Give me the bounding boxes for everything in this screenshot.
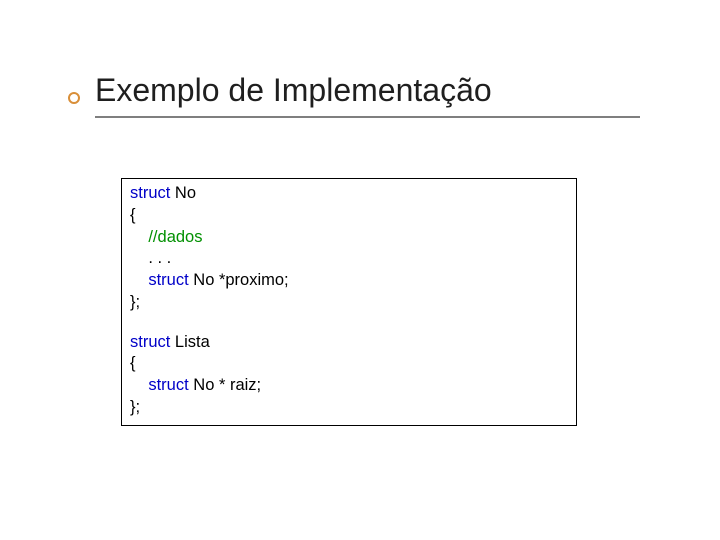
keyword-struct: struct <box>130 184 170 202</box>
code-line-5: struct No *proximo; <box>130 271 289 289</box>
title-underline <box>95 116 640 118</box>
ellipsis: . . . <box>148 249 171 267</box>
keyword-struct: struct <box>148 271 188 289</box>
struct-name-lista: Lista <box>170 333 209 351</box>
code-line-10: }; <box>130 398 140 416</box>
comment-dados: //dados <box>148 228 202 246</box>
slide: Exemplo de Implementação struct No { //d… <box>0 0 720 540</box>
code-line-2: { <box>130 206 136 224</box>
code-line-4: . . . <box>130 249 171 267</box>
code-line-8: { <box>130 354 136 372</box>
code-line-6: }; <box>130 293 140 311</box>
indent <box>130 228 148 246</box>
keyword-struct: struct <box>130 333 170 351</box>
keyword-struct: struct <box>148 376 188 394</box>
slide-title: Exemplo de Implementação <box>95 72 492 109</box>
ptr-proximo: No *proximo; <box>189 271 289 289</box>
code-line-9: struct No * raiz; <box>130 376 261 394</box>
indent <box>130 249 148 267</box>
code-line-7: struct Lista <box>130 333 210 351</box>
indent <box>130 376 148 394</box>
title-bullet-icon <box>68 92 80 104</box>
ptr-raiz: No * raiz; <box>189 376 261 394</box>
code-line-1: struct No <box>130 184 196 202</box>
struct-name-no: No <box>170 184 196 202</box>
indent <box>130 271 148 289</box>
code-box: struct No { //dados . . . struct No *pro… <box>121 178 577 426</box>
code-gap <box>130 314 568 332</box>
code-line-3: //dados <box>130 228 202 246</box>
